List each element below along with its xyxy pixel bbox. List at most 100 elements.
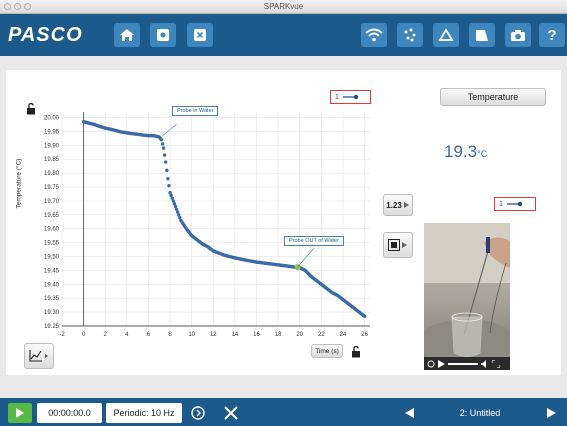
- x-tick-label: 4: [125, 332, 129, 338]
- temperature-graph[interactable]: -2 0 2 4 6 8 10 12 14 16 18 20 22 24 2619.2519.3019.35…: [34, 108, 374, 358]
- close-experiment-button[interactable]: [187, 23, 213, 47]
- start-button[interactable]: [8, 403, 32, 423]
- workspace: 1 Temperature (°C) -2 0 2 4 6 8 10 12 14 16 18 20 22…: [6, 70, 561, 375]
- help-button[interactable]: ?: [539, 23, 565, 47]
- video-run-selector[interactable]: 1: [494, 197, 536, 211]
- analysis-button[interactable]: [433, 23, 459, 47]
- annotation-probe-out-of-water[interactable]: Probe OUT of Water: [284, 236, 344, 246]
- video-still-image: [424, 223, 510, 370]
- y-tick-label: 19.80: [44, 171, 60, 177]
- video-scrubber[interactable]: [448, 362, 478, 365]
- x-tick-label: 14: [232, 332, 239, 338]
- data-point: [164, 160, 168, 164]
- data-point: [166, 177, 170, 181]
- video-run-label: 1: [499, 200, 503, 208]
- x-tick-label: 18: [275, 332, 282, 338]
- x-tick-label: 8: [168, 332, 172, 338]
- data-point: [162, 153, 167, 157]
- data-point: [362, 314, 367, 318]
- y-tick-label: 19.60: [44, 227, 60, 233]
- previous-page-button[interactable]: [395, 403, 423, 423]
- minimize-window-button[interactable]: [14, 3, 21, 10]
- arrow-right-icon: [546, 408, 556, 418]
- y-tick-label: 19.25: [44, 324, 60, 330]
- graph-run-label: 1: [335, 93, 339, 101]
- volume-icon[interactable]: [481, 359, 489, 368]
- lock-open-icon: [352, 345, 360, 358]
- y-tick-label: 19.30: [44, 310, 60, 316]
- data-point: [159, 138, 164, 142]
- y-tick-label: 19.35: [44, 296, 60, 302]
- home-button[interactable]: [114, 23, 140, 47]
- sampling-options-button[interactable]: [187, 403, 209, 423]
- x-tick-label: 24: [340, 332, 347, 338]
- y-tick-label: 19.70: [44, 199, 60, 205]
- x-tick-label: 0: [82, 332, 86, 338]
- x-tick-label: 16: [253, 332, 260, 338]
- sampling-rate-button[interactable]: Periodic: 10 Hz: [106, 403, 182, 423]
- graph-tools-button[interactable]: [24, 343, 54, 369]
- journal-button[interactable]: [469, 23, 495, 47]
- annotation-probe-in-water[interactable]: Probe in Water: [172, 106, 219, 116]
- digits-button-label: 1.23: [386, 200, 402, 210]
- y-tick-label: 20.00: [44, 116, 60, 122]
- video-frame[interactable]: [424, 223, 510, 370]
- x-tick-label: 2: [104, 332, 108, 338]
- temperature-readout: 19.3°C: [444, 142, 487, 162]
- y-tick-label: 19.50: [44, 255, 60, 261]
- x-tick-label: 6: [147, 332, 151, 338]
- fullscreen-icon[interactable]: [492, 359, 500, 368]
- help-icon: ?: [547, 26, 557, 44]
- pasco-logo: PASCO: [8, 24, 83, 46]
- play-small-icon: [402, 242, 407, 248]
- close-icon: [194, 29, 206, 41]
- data-point: [167, 183, 171, 188]
- data-points-button[interactable]: [397, 23, 423, 47]
- x-tick-label: 26: [361, 332, 368, 338]
- window-titlebar: SPARKvue: [0, 0, 567, 14]
- replay-icon[interactable]: [427, 360, 435, 368]
- film-icon: [388, 239, 400, 251]
- video-display-button[interactable]: [383, 232, 413, 258]
- home-icon: [120, 29, 134, 41]
- sensor-button[interactable]: [150, 23, 176, 47]
- data-point: [161, 146, 166, 150]
- wrench-screwdriver-icon: [224, 406, 238, 420]
- sensor-icon: [157, 29, 169, 41]
- play-small-icon: [403, 202, 409, 208]
- close-window-button[interactable]: [4, 3, 11, 10]
- y-tick-label: 19.75: [44, 185, 60, 191]
- wireless-button[interactable]: [361, 23, 387, 47]
- graph-run-selector[interactable]: 1: [330, 90, 371, 104]
- x-tick-label: 12: [210, 332, 217, 338]
- play-icon[interactable]: [438, 359, 445, 368]
- run-line-icon: [342, 94, 359, 100]
- x-tick-label: 22: [318, 332, 325, 338]
- y-tick-label: 19.65: [44, 213, 60, 219]
- arrow-left-icon: [404, 408, 414, 418]
- page-title[interactable]: 2: Untitled: [430, 403, 530, 423]
- temperature-value: 19.3: [444, 142, 478, 161]
- x-axis-label-button[interactable]: Time (s): [311, 344, 343, 358]
- data-point: [165, 168, 169, 173]
- y-tick-label: 19.95: [44, 129, 60, 135]
- x-tick-label: 20: [296, 332, 303, 338]
- x-axis-lock-button[interactable]: [351, 345, 363, 358]
- run-line-icon: [506, 201, 523, 207]
- y-tick-label: 19.90: [44, 143, 60, 149]
- graph-tools-icon: [29, 350, 48, 362]
- digits-title-button[interactable]: Temperature: [440, 88, 546, 106]
- y-axis-label[interactable]: Temperature (°C): [16, 149, 23, 219]
- data-point: [160, 142, 165, 146]
- tools-button[interactable]: [220, 403, 242, 423]
- journal-icon: [476, 30, 488, 41]
- digits-display-button[interactable]: 1.23: [383, 194, 413, 216]
- x-tick-label: -2: [59, 332, 65, 338]
- zoom-window-button[interactable]: [24, 3, 31, 10]
- window-title: SPARKvue: [263, 2, 304, 11]
- temperature-unit: °C: [477, 149, 488, 159]
- y-tick-label: 19.85: [44, 157, 60, 163]
- elapsed-time-display: 00:00:00.0: [37, 403, 102, 423]
- next-page-button[interactable]: [537, 403, 565, 423]
- camera-button[interactable]: [505, 23, 531, 47]
